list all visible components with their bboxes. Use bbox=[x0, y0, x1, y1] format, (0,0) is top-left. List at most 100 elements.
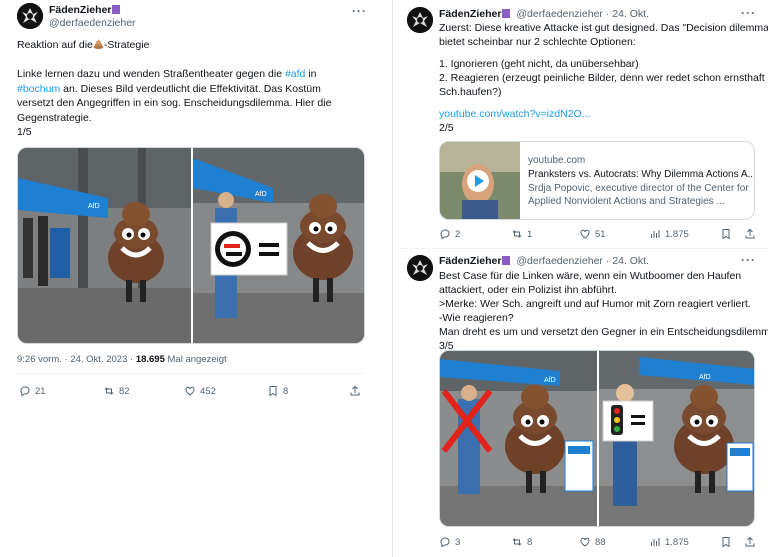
author-name[interactable]: FädenZieher bbox=[439, 8, 501, 20]
more-options-icon[interactable]: ··· bbox=[352, 4, 367, 18]
share-icon bbox=[745, 536, 755, 547]
hashtag-bochum[interactable]: #bochum bbox=[17, 83, 60, 95]
like-count: 452 bbox=[200, 385, 216, 397]
views-button[interactable]: 1.875 bbox=[649, 228, 689, 240]
svg-text:AfD: AfD bbox=[699, 374, 711, 381]
youtube-link[interactable]: youtube.com/watch?v=izdN2O... bbox=[439, 107, 590, 122]
reply-button[interactable]: 2 bbox=[439, 228, 460, 240]
thread-count: 2/5 bbox=[439, 122, 454, 134]
retweet-button[interactable]: 82 bbox=[103, 385, 130, 397]
bookmark-button[interactable] bbox=[720, 536, 732, 548]
hashtag-afd[interactable]: #afd bbox=[285, 68, 305, 80]
reply-count: 2 bbox=[455, 228, 461, 240]
tweet-text-line-3: >Merke: Wer Sch. angreift und auf Humor … bbox=[439, 298, 751, 310]
retweet-button[interactable]: 1 bbox=[511, 228, 532, 240]
like-button[interactable]: 88 bbox=[579, 536, 606, 548]
bookmark-button[interactable]: 8 bbox=[267, 385, 288, 397]
tweet-text-line-4: 2. Reagieren (erzeugt peinliche Bilder, … bbox=[439, 72, 768, 84]
share-icon bbox=[350, 385, 360, 396]
retweet-button[interactable]: 8 bbox=[511, 536, 532, 548]
author-name[interactable]: FädenZieher bbox=[49, 4, 111, 16]
video-thumbnail[interactable] bbox=[440, 142, 520, 219]
author-handle[interactable]: @derfaedenzieher bbox=[516, 8, 603, 20]
avatar[interactable] bbox=[407, 7, 433, 33]
afd-sign-text-2: AfD bbox=[255, 191, 267, 198]
like-button[interactable]: 452 bbox=[184, 385, 216, 397]
share-button[interactable] bbox=[349, 385, 361, 397]
analytics-icon bbox=[651, 538, 660, 546]
heart-icon bbox=[185, 386, 195, 396]
purple-square-emoji bbox=[502, 256, 511, 265]
views-count: 1.875 bbox=[665, 228, 689, 240]
retweet-icon bbox=[512, 538, 522, 546]
reply-count: 3 bbox=[455, 536, 461, 548]
tweet-text-line-1: Zuerst: Diese kreative Attacke ist gut d… bbox=[439, 22, 768, 34]
retweet-count: 1 bbox=[527, 228, 533, 240]
tweet-text-line-1: Reaktion auf die -Strategie bbox=[17, 39, 150, 51]
tweet-text-line-5: Gegenstrategie. bbox=[17, 111, 92, 124]
media-photo-right[interactable]: AfD bbox=[193, 148, 364, 343]
bookmark-icon bbox=[269, 386, 277, 397]
tweet-2[interactable]: FädenZieher @derfaedenzieher · 24. Okt. … bbox=[398, 0, 768, 248]
reply-icon bbox=[440, 537, 450, 548]
heart-icon bbox=[580, 229, 590, 239]
avatar[interactable] bbox=[17, 3, 43, 29]
author-handle[interactable]: @derfaedenzieher bbox=[49, 17, 136, 30]
views-button[interactable]: 1.875 bbox=[649, 536, 689, 548]
heart-icon bbox=[580, 537, 590, 547]
column-divider bbox=[392, 0, 393, 557]
author-handle[interactable]: @derfaedenzieher bbox=[516, 255, 603, 267]
purple-square-emoji bbox=[112, 5, 121, 14]
avatar[interactable] bbox=[407, 255, 433, 281]
tweet-text-line-5: Sch.haufen?) bbox=[439, 86, 502, 98]
share-button[interactable] bbox=[744, 228, 756, 240]
tweet-text-line-2: bietet scheinbar nur 2 schlechte Optione… bbox=[439, 36, 636, 48]
tweet-text-line-1: Best Case für die Linken wäre, wenn ein … bbox=[439, 270, 742, 282]
media-photo-right[interactable]: AfD bbox=[599, 351, 754, 526]
reply-icon bbox=[20, 386, 30, 397]
tweet-text-line-2: Linke lernen dazu und wenden Straßenthea… bbox=[17, 68, 317, 80]
media-photo-left[interactable]: AfD bbox=[18, 148, 191, 343]
separator bbox=[17, 373, 365, 374]
views-count: 1.875 bbox=[665, 536, 689, 548]
bookmark-button[interactable] bbox=[720, 228, 732, 240]
reply-button[interactable]: 21 bbox=[19, 385, 46, 397]
bookmark-count: 8 bbox=[283, 385, 289, 397]
tweet-date[interactable]: · 24. Okt. bbox=[603, 255, 649, 267]
bookmark-icon bbox=[722, 229, 730, 240]
share-button[interactable] bbox=[744, 536, 756, 548]
reply-count: 21 bbox=[35, 385, 46, 397]
tweet-text-line-5: Man dreht es um und versetzt den Gegner … bbox=[439, 326, 768, 338]
author-name[interactable]: FädenZieher bbox=[439, 255, 501, 267]
svg-text:AfD: AfD bbox=[544, 377, 556, 384]
tweet-media[interactable]: AfD AfD bbox=[439, 350, 755, 527]
reply-button[interactable]: 3 bbox=[439, 536, 460, 548]
link-preview-card[interactable]: youtube.com Pranksters vs. Autocrats: Wh… bbox=[439, 141, 755, 220]
tweet-date[interactable]: · 24. Okt. bbox=[603, 8, 649, 20]
card-description-2: Applied Nonviolent Actions and Strategie… bbox=[528, 196, 725, 207]
more-options-icon[interactable]: ··· bbox=[741, 253, 756, 267]
share-icon bbox=[745, 228, 755, 239]
like-button[interactable]: 51 bbox=[579, 228, 606, 240]
views-count: 18.695 bbox=[135, 354, 165, 365]
card-title: Pranksters vs. Autocrats: Why Dilemma Ac… bbox=[528, 169, 755, 180]
tweet-media[interactable]: AfD AfD bbox=[17, 147, 365, 344]
card-domain: youtube.com bbox=[528, 155, 586, 166]
like-count: 51 bbox=[595, 228, 606, 240]
retweet-count: 8 bbox=[527, 536, 533, 548]
purple-square-emoji bbox=[502, 9, 511, 18]
tweet-meta: 9:26 vorm. · 24. Okt. 2023 · 18.695 Mal … bbox=[17, 353, 227, 368]
tweet-3[interactable]: FädenZieher @derfaedenzieher · 24. Okt. … bbox=[398, 249, 768, 557]
media-photo-left[interactable]: AfD bbox=[440, 351, 597, 526]
tweet-text-line-4: -Wie reagieren? bbox=[439, 312, 514, 324]
retweet-count: 82 bbox=[119, 385, 130, 397]
tweet-timestamp[interactable]: 9:26 vorm. · 24. Okt. 2023 · bbox=[17, 354, 136, 365]
retweet-icon bbox=[512, 230, 522, 238]
reply-icon bbox=[440, 229, 450, 240]
tweet-text-line-6: 1/5 bbox=[17, 126, 32, 138]
tweet-1[interactable]: FädenZieher @derfaedenzieher ··· Reaktio… bbox=[0, 0, 380, 410]
like-count: 88 bbox=[595, 536, 606, 548]
more-options-icon[interactable]: ··· bbox=[741, 6, 756, 20]
analytics-icon bbox=[651, 230, 660, 238]
retweet-icon bbox=[104, 387, 114, 395]
